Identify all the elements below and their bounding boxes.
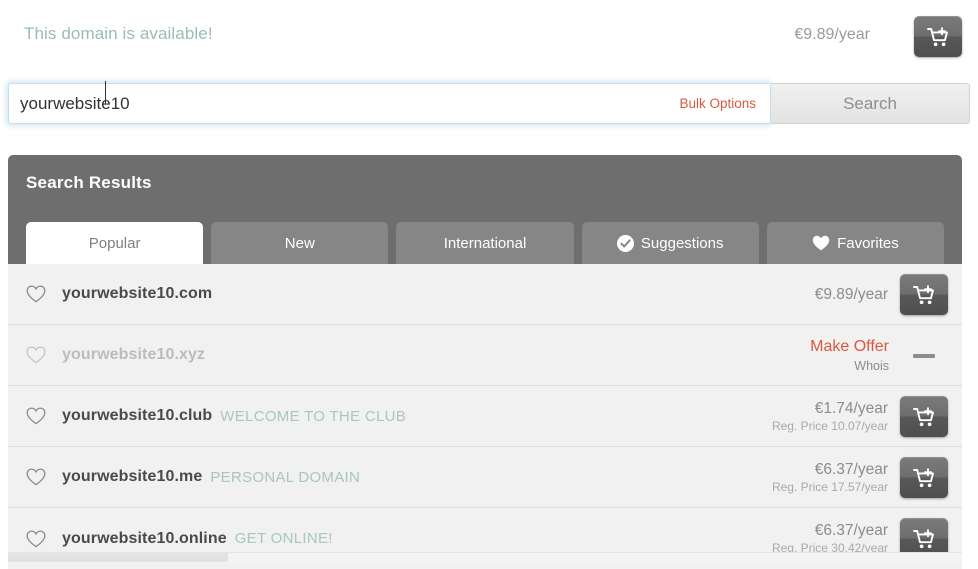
tab-label: Popular (89, 235, 141, 252)
whois-link[interactable]: Whois (810, 359, 889, 375)
availability-message: This domain is available! (24, 24, 213, 44)
price-block: €1.74/year Reg. Price 10.07/year (772, 399, 888, 434)
row-actions: €1.74/year Reg. Price 10.07/year (772, 386, 962, 447)
domain-name: yourwebsite10.club (62, 407, 212, 425)
domain-name: yourwebsite10.me (62, 468, 202, 486)
row-actions: Make Offer Whois (810, 325, 962, 386)
regular-price: Reg. Price 10.07/year (772, 419, 888, 434)
table-row[interactable]: yourwebsite10.xyz Make Offer Whois (8, 325, 962, 386)
top-price: €9.89/year (794, 26, 870, 44)
row-actions: €9.89/year (815, 264, 962, 325)
heart-filled-icon (812, 235, 830, 251)
table-row[interactable]: yourwebsite10.com €9.89/year (8, 264, 962, 325)
unavailable-dash-icon (913, 354, 935, 358)
add-to-cart-button[interactable] (900, 396, 948, 437)
add-to-cart-button[interactable] (900, 457, 948, 498)
tab-suggestions[interactable]: Suggestions (582, 222, 759, 264)
favorite-heart-icon[interactable] (25, 344, 47, 366)
cart-plus-icon (912, 528, 936, 550)
table-row[interactable]: yourwebsite10.club WELCOME TO THE CLUB €… (8, 386, 962, 447)
tab-label: Suggestions (641, 235, 724, 252)
domain-name: yourwebsite10.online (62, 530, 227, 548)
cart-plus-icon (912, 406, 936, 428)
tab-international[interactable]: International (396, 222, 573, 264)
results-tabs: Popular New International Suggestions F (8, 222, 962, 264)
add-to-cart-button-top[interactable] (914, 16, 962, 57)
results-header: Search Results (8, 155, 962, 222)
domain-tagline: PERSONAL DOMAIN (210, 469, 360, 486)
price-block: €9.89/year (815, 285, 888, 304)
tab-label: New (285, 235, 315, 252)
check-circle-icon (617, 235, 634, 252)
search-results-panel: Search Results Popular New International… (8, 155, 962, 569)
price: €6.37/year (772, 521, 888, 540)
price: €6.37/year (772, 460, 888, 479)
regular-price: Reg. Price 17.57/year (772, 480, 888, 495)
scrollbar-thumb[interactable] (8, 553, 228, 562)
favorite-heart-icon[interactable] (25, 528, 47, 550)
domain-name: yourwebsite10.xyz (62, 346, 205, 364)
row-actions: €6.37/year Reg. Price 17.57/year (772, 447, 962, 508)
tab-favorites[interactable]: Favorites (767, 222, 944, 264)
domain-tagline: WELCOME TO THE CLUB (220, 408, 406, 425)
table-row[interactable]: yourwebsite10.me PERSONAL DOMAIN €6.37/y… (8, 447, 962, 508)
tab-label: International (444, 235, 527, 252)
price-block: Make Offer Whois (810, 337, 889, 375)
search-input[interactable] (9, 84, 679, 123)
availability-bar: This domain is available! €9.89/year (0, 0, 978, 72)
horizontal-scrollbar[interactable] (8, 552, 962, 563)
text-cursor (105, 81, 106, 104)
tab-new[interactable]: New (211, 222, 388, 264)
search-field-wrapper[interactable]: Bulk Options (8, 83, 771, 124)
cart-plus-icon (912, 467, 936, 489)
price-block: €6.37/year Reg. Price 17.57/year (772, 460, 888, 495)
favorite-heart-icon[interactable] (25, 466, 47, 488)
favorite-heart-icon[interactable] (25, 283, 47, 305)
search-row: Bulk Options Search (0, 72, 978, 132)
price-block: €6.37/year Reg. Price 30.42/year (772, 521, 888, 556)
tab-popular[interactable]: Popular (26, 222, 203, 264)
price: €1.74/year (772, 399, 888, 418)
domain-tagline: GET ONLINE! (235, 530, 333, 547)
page-title: Search Results (26, 173, 962, 193)
favorite-heart-icon[interactable] (25, 405, 47, 427)
price: €9.89/year (815, 285, 888, 304)
cart-plus-icon (912, 284, 936, 306)
bulk-options-link[interactable]: Bulk Options (679, 96, 770, 111)
search-button[interactable]: Search (771, 83, 970, 124)
tab-label: Favorites (837, 235, 899, 252)
make-offer-link[interactable]: Make Offer (810, 337, 889, 357)
domain-name: yourwebsite10.com (62, 285, 212, 303)
add-to-cart-button[interactable] (900, 274, 948, 315)
results-list: yourwebsite10.com €9.89/year (8, 264, 962, 569)
cart-plus-icon (926, 26, 950, 48)
